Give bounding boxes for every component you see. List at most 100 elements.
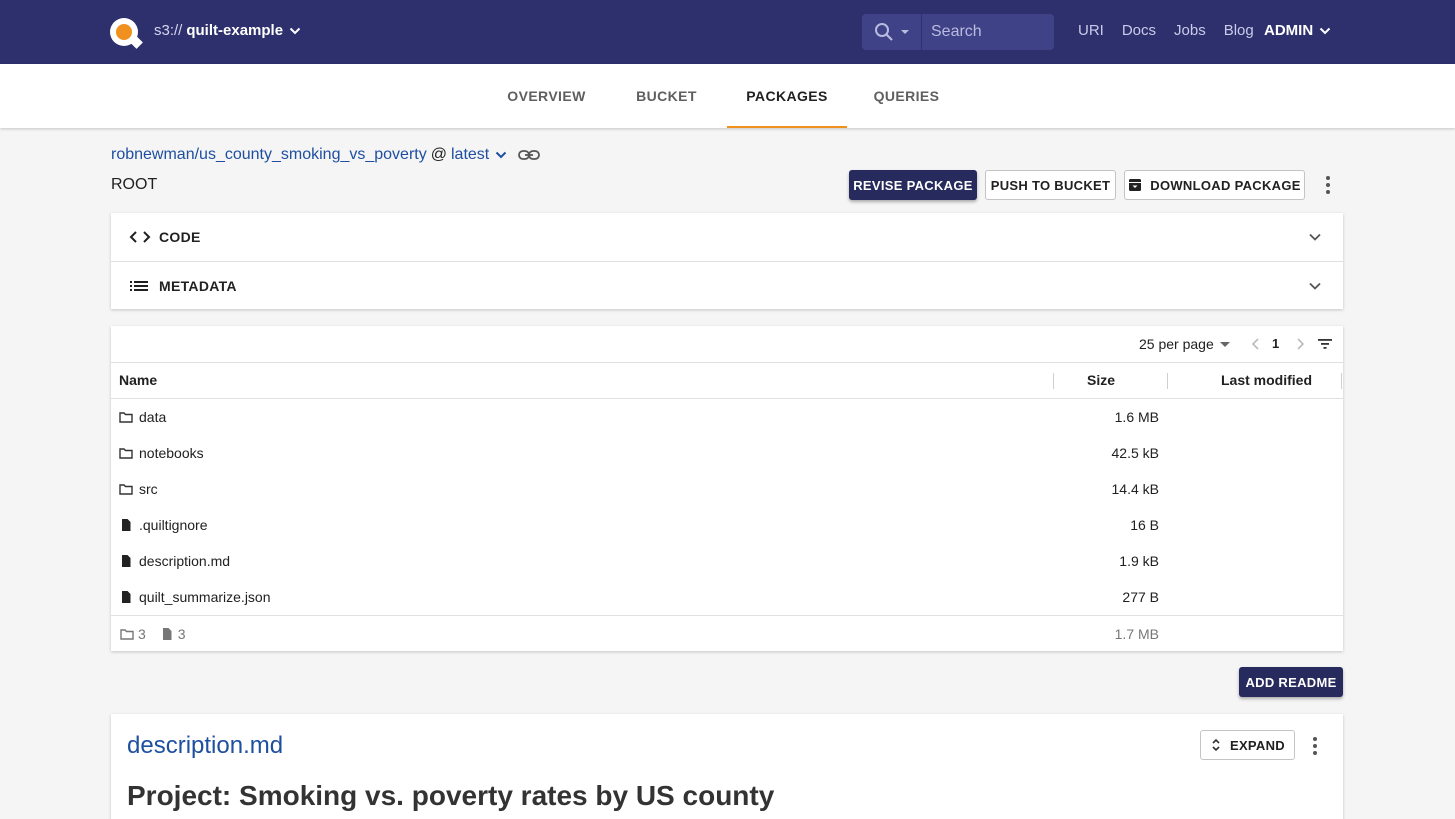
file-listing: 25 per page 1 Name Size Last modified da… xyxy=(111,326,1343,651)
file-icon xyxy=(122,555,131,567)
top-navbar: s3://quilt-example URI Docs Jobs Blog AD… xyxy=(0,0,1455,64)
revision-selector[interactable]: latest xyxy=(451,146,489,164)
row-size: 16 B xyxy=(1130,517,1159,533)
readme-card: description.md EXPAND Project: Smoking v… xyxy=(111,714,1343,819)
row-name: data xyxy=(139,409,167,425)
table-row[interactable]: description.md 1.9 kB xyxy=(111,543,1343,579)
folder-icon xyxy=(119,484,133,495)
package-name-link[interactable]: robnewman/us_county_smoking_vs_poverty xyxy=(111,146,427,164)
column-resize-handle[interactable] xyxy=(1341,373,1342,389)
table-row[interactable]: data 1.6 MB xyxy=(111,399,1343,435)
column-modified-header[interactable]: Last modified xyxy=(1221,372,1312,388)
row-size: 277 B xyxy=(1122,589,1159,605)
total-size: 1.7 MB xyxy=(1114,626,1159,642)
chevron-down-icon xyxy=(289,27,301,34)
archive-icon xyxy=(1129,179,1142,191)
per-page-select[interactable]: 25 per page xyxy=(1139,336,1230,352)
expand-more-icon xyxy=(1309,233,1321,241)
column-resize-handle[interactable] xyxy=(1167,373,1168,389)
metadata-accordion[interactable]: METADATA xyxy=(111,261,1343,309)
code-accordion[interactable]: CODE xyxy=(111,213,1343,261)
metadata-accordion-label: METADATA xyxy=(159,277,237,294)
row-name: notebooks xyxy=(139,445,204,461)
folder-icon xyxy=(119,448,133,459)
row-size: 14.4 kB xyxy=(1111,481,1159,497)
bucket-scheme: s3:// xyxy=(154,22,183,39)
row-name: description.md xyxy=(139,553,231,569)
chevron-left-icon[interactable] xyxy=(1249,336,1263,352)
list-icon xyxy=(129,279,151,293)
table-footer: 3 3 1.7 MB xyxy=(111,615,1343,651)
column-name-header[interactable]: Name xyxy=(119,372,157,388)
add-readme-button[interactable]: ADD README xyxy=(1239,667,1343,697)
current-page: 1 xyxy=(1272,336,1280,351)
header-link-uri[interactable]: URI xyxy=(1078,22,1104,39)
table-row[interactable]: src 14.4 kB xyxy=(111,471,1343,507)
tab-bucket[interactable]: BUCKET xyxy=(608,64,725,128)
table-row[interactable]: .quiltignore 16 B xyxy=(111,507,1343,543)
folder-icon xyxy=(120,629,134,640)
header-links: URI Docs Jobs Blog xyxy=(1078,22,1272,39)
search-box xyxy=(862,14,1054,50)
row-name: src xyxy=(139,481,158,497)
file-icon xyxy=(122,591,131,603)
package-accordions: CODE METADATA xyxy=(111,213,1343,309)
table-row[interactable]: notebooks 42.5 kB xyxy=(111,435,1343,471)
download-package-button[interactable]: DOWNLOAD PACKAGE xyxy=(1124,170,1305,200)
folder-icon xyxy=(119,412,133,423)
bucket-tabs: OVERVIEW BUCKET PACKAGES QUERIES xyxy=(0,64,1455,128)
row-size: 1.6 MB xyxy=(1114,409,1159,425)
caret-down-icon xyxy=(900,30,909,34)
code-icon xyxy=(129,230,151,244)
revise-package-button[interactable]: REVISE PACKAGE xyxy=(849,170,977,200)
bucket-name: quilt-example xyxy=(186,22,284,39)
search-mode-button[interactable] xyxy=(862,14,922,50)
header-link-blog[interactable]: Blog xyxy=(1224,22,1254,39)
expand-label: EXPAND xyxy=(1229,737,1285,753)
row-size: 1.9 kB xyxy=(1119,553,1159,569)
per-page-value: 25 per page xyxy=(1139,336,1214,352)
user-menu[interactable]: ADMIN xyxy=(1264,22,1333,39)
code-accordion-label: CODE xyxy=(159,229,201,245)
header-link-docs[interactable]: Docs xyxy=(1122,22,1156,39)
tab-queries[interactable]: QUERIES xyxy=(848,64,965,128)
package-more-menu-button[interactable] xyxy=(1318,173,1338,197)
file-icon xyxy=(162,628,172,640)
unfold-icon xyxy=(1212,738,1220,752)
revision-separator: @ xyxy=(430,146,447,163)
quilt-logo-icon[interactable] xyxy=(110,18,143,49)
download-package-label: DOWNLOAD PACKAGE xyxy=(1150,177,1301,193)
bucket-selector[interactable]: s3://quilt-example xyxy=(154,22,303,39)
column-resize-handle[interactable] xyxy=(1053,373,1054,389)
push-to-bucket-button[interactable]: PUSH TO BUCKET xyxy=(985,170,1116,200)
current-path: ROOT xyxy=(111,176,158,193)
caret-down-icon xyxy=(1219,342,1230,347)
folder-count: 3 xyxy=(138,626,146,642)
table-row[interactable]: quilt_summarize.json 277 B xyxy=(111,579,1343,615)
row-size: 42.5 kB xyxy=(1111,445,1159,461)
search-icon xyxy=(874,23,893,41)
chevron-down-icon[interactable] xyxy=(493,147,509,163)
row-name: quilt_summarize.json xyxy=(139,589,271,605)
readme-heading: Project: Smoking vs. poverty rates by US… xyxy=(127,780,775,811)
file-count: 3 xyxy=(177,626,186,642)
tab-overview[interactable]: OVERVIEW xyxy=(488,64,605,128)
pagination-bar: 25 per page 1 xyxy=(111,326,1343,362)
filter-icon[interactable] xyxy=(1317,337,1333,351)
search-input[interactable] xyxy=(922,23,1052,41)
tab-packages[interactable]: PACKAGES xyxy=(727,64,847,128)
column-size-header[interactable]: Size xyxy=(1087,372,1115,388)
row-name: .quiltignore xyxy=(139,517,208,533)
expand-more-icon xyxy=(1309,282,1321,290)
readme-file-link[interactable]: description.md xyxy=(127,732,283,760)
user-name: ADMIN xyxy=(1264,22,1314,39)
file-icon xyxy=(122,519,131,531)
link-icon[interactable] xyxy=(517,147,543,163)
package-breadcrumb: robnewman/us_county_smoking_vs_poverty @… xyxy=(111,146,543,164)
readme-more-menu-button[interactable] xyxy=(1305,734,1325,758)
chevron-down-icon xyxy=(1319,27,1331,34)
chevron-right-icon[interactable] xyxy=(1293,336,1307,352)
table-header: Name Size Last modified xyxy=(111,362,1343,399)
expand-button[interactable]: EXPAND xyxy=(1200,730,1295,760)
header-link-jobs[interactable]: Jobs xyxy=(1174,22,1206,39)
